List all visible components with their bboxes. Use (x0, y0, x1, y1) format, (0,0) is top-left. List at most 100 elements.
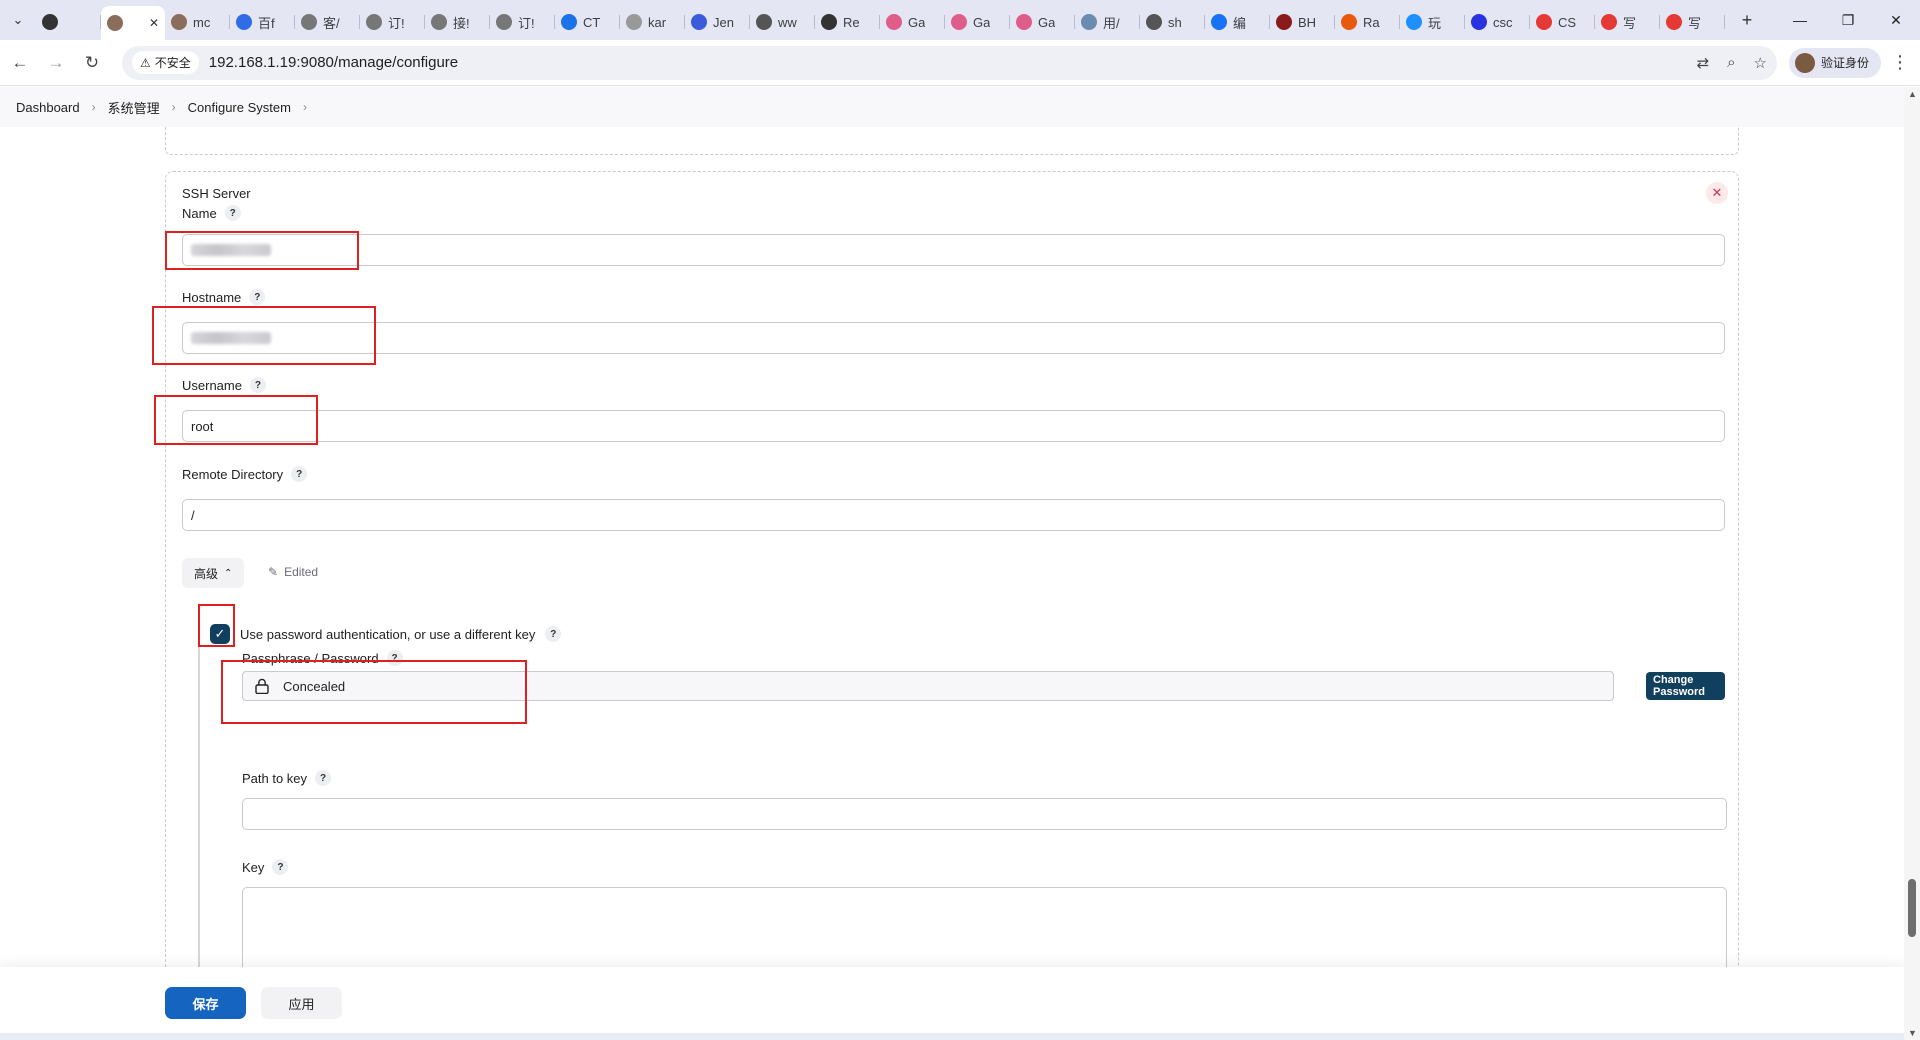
help-icon[interactable]: ? (545, 626, 562, 642)
browser-tab[interactable]: kar (620, 6, 685, 38)
browser-tab[interactable]: 订! (360, 6, 425, 38)
hostname-label: Hostname (182, 289, 242, 305)
tab-active[interactable]: ✕ (101, 6, 165, 40)
browser-tab[interactable]: 接! (425, 6, 490, 38)
tab-label: CS (1558, 14, 1577, 30)
help-icon[interactable]: ? (315, 770, 332, 786)
section-title: SSH Server (182, 186, 251, 201)
action-bar: 保存 应用 (0, 967, 1904, 1033)
zoom-icon[interactable]: ⌕ (1727, 54, 1735, 72)
tab-label: 订! (388, 15, 405, 31)
browser-tab[interactable]: Ga (880, 6, 945, 38)
tab-label: Ra (1363, 14, 1380, 30)
remote-directory-input[interactable]: / (182, 499, 1725, 531)
remote-dir-value: / (191, 507, 195, 523)
minimize-icon[interactable]: — (1776, 0, 1824, 40)
avatar (1795, 52, 1815, 73)
breadcrumb-manage[interactable]: 系统管理 (108, 98, 160, 117)
restore-icon[interactable]: ❐ (1824, 0, 1872, 40)
tab-search-chevron-icon[interactable]: ⌄ (0, 0, 36, 40)
address-bar[interactable]: ⚠ 不安全 192.168.1.19:9080/manage/configure… (122, 45, 1777, 80)
chevron-right-icon[interactable]: › (92, 100, 96, 114)
save-button[interactable]: 保存 (165, 987, 246, 1019)
apply-button[interactable]: 应用 (261, 987, 342, 1019)
chevron-right-icon[interactable]: › (303, 100, 307, 114)
browser-tab[interactable]: 订! (490, 6, 555, 38)
breadcrumb-dashboard[interactable]: Dashboard (16, 100, 80, 115)
browser-tab[interactable]: 客/ (295, 6, 360, 38)
browser-tab[interactable]: 百f (230, 6, 295, 38)
edited-indicator: ✎ Edited (268, 565, 318, 579)
username-label: Username (182, 377, 242, 393)
chevron-up-icon: ⌃ (224, 567, 233, 579)
hostname-label-row: Hostname ? (182, 289, 266, 305)
browser-tab[interactable]: 写 (1595, 6, 1660, 38)
change-password-button[interactable]: Change Password (1646, 672, 1725, 700)
browser-tab[interactable]: 编 (1205, 6, 1270, 38)
key-textarea[interactable] (242, 887, 1727, 967)
browser-tab[interactable]: Ra (1335, 6, 1400, 38)
tab-label: Re (843, 14, 860, 30)
browser-tab[interactable]: CS (1530, 6, 1595, 38)
tab-label: 用/ (1103, 15, 1120, 31)
breadcrumb-configure-system[interactable]: Configure System (188, 100, 291, 115)
use-password-checkbox[interactable]: ✓ (210, 624, 230, 644)
browser-tab[interactable]: BH (1270, 6, 1335, 38)
browser-menu-icon[interactable]: ⋮ (1891, 52, 1909, 73)
advanced-toggle-button[interactable]: 高级 ⌃ (182, 558, 245, 588)
browser-tab[interactable]: mc (165, 6, 230, 38)
help-icon[interactable]: ? (386, 650, 403, 666)
security-chip[interactable]: ⚠ 不安全 (132, 51, 199, 74)
delete-close-icon[interactable]: ✕ (1706, 182, 1728, 204)
help-icon[interactable]: ? (249, 377, 266, 393)
back-arrow-icon[interactable]: ← (4, 47, 36, 79)
browser-tab[interactable]: Ga (945, 6, 1010, 38)
forward-arrow-icon[interactable]: → (40, 47, 72, 79)
security-label: 不安全 (154, 56, 191, 70)
page-scrollbar[interactable]: ▲ ▼ (1904, 87, 1920, 1040)
reload-icon[interactable]: ↻ (76, 47, 108, 79)
scroll-thumb[interactable] (1908, 879, 1916, 937)
gallery-icon (886, 14, 902, 30)
tab-close-icon[interactable]: ✕ (149, 16, 159, 30)
translate-icon[interactable]: ⇄ (1697, 54, 1710, 72)
browser-tab[interactable]: CT (555, 6, 620, 38)
help-icon[interactable]: ? (224, 205, 241, 221)
name-label: Name (182, 205, 217, 221)
name-input[interactable] (182, 234, 1725, 266)
key-label-row: Key ? (242, 859, 289, 875)
scroll-up-arrow-icon[interactable]: ▲ (1908, 89, 1917, 99)
browser-tab[interactable]: ww (750, 6, 815, 38)
url-text[interactable]: 192.168.1.19:9080/manage/configure (209, 54, 458, 71)
window-controls: — ❐ ✕ (1776, 0, 1920, 40)
chevron-right-icon[interactable]: › (172, 100, 176, 114)
use-password-label[interactable]: Use password authentication, or use a di… (240, 627, 535, 642)
help-icon[interactable]: ? (272, 859, 289, 875)
help-icon[interactable]: ? (291, 466, 308, 482)
browser-tab[interactable]: 写 (1660, 6, 1725, 38)
path-to-key-label: Path to key (242, 770, 308, 786)
username-input[interactable]: root (182, 410, 1725, 442)
tab-label: Jen (713, 14, 734, 30)
scroll-down-arrow-icon[interactable]: ▼ (1908, 1028, 1917, 1038)
profile-button[interactable]: 验证身份 (1789, 47, 1882, 78)
help-icon[interactable]: ? (249, 289, 266, 305)
browser-tab[interactable]: Ga (1010, 6, 1075, 38)
tab-label: Ga (908, 14, 926, 30)
browser-tab[interactable]: 玩 (1400, 6, 1465, 38)
bookmark-star-icon[interactable]: ☆ (1754, 54, 1767, 72)
browser-tab[interactable]: Jen (685, 6, 750, 38)
browser-tab[interactable]: 用/ (1075, 6, 1140, 38)
advanced-label: 高级 (194, 566, 219, 581)
browser-tab[interactable]: sh (1140, 6, 1205, 38)
ct-icon (561, 14, 577, 30)
hostname-input[interactable] (182, 322, 1725, 354)
browser-tab[interactable]: Re (815, 6, 880, 38)
globe-icon (1146, 14, 1162, 30)
browser-tab[interactable] (36, 6, 101, 38)
close-window-icon[interactable]: ✕ (1872, 0, 1920, 40)
new-tab-plus-icon[interactable]: + (1731, 4, 1763, 36)
path-to-key-input[interactable] (242, 798, 1727, 830)
browser-tab[interactable]: csc (1465, 6, 1530, 38)
key-label: Key (242, 859, 265, 875)
